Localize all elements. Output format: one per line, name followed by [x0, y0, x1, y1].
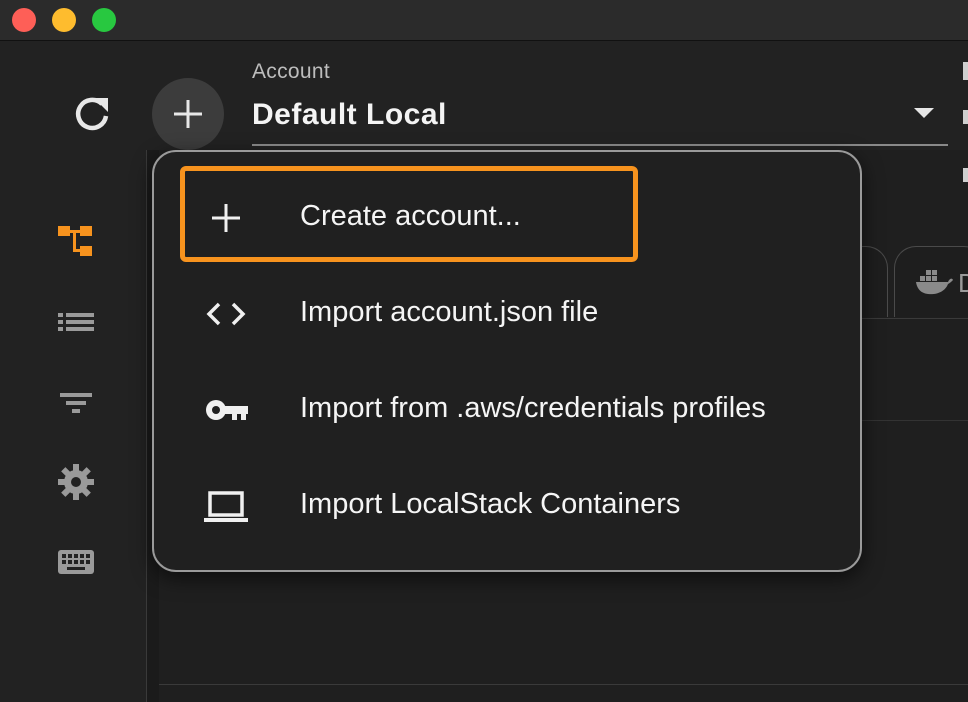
gear-icon[interactable]	[56, 462, 96, 502]
plus-icon	[174, 100, 202, 128]
truncated-control	[963, 110, 968, 124]
menu-item-label: Import LocalStack Containers	[300, 488, 681, 520]
title-bar	[0, 0, 968, 41]
key-icon	[206, 400, 248, 420]
keyboard-icon[interactable]	[56, 542, 96, 582]
window-close-button[interactable]	[12, 8, 36, 32]
menu-item-import-localstack[interactable]: Import LocalStack Containers	[154, 460, 860, 552]
tree-hierarchy-icon[interactable]	[56, 222, 96, 262]
laptop-icon	[204, 491, 248, 522]
highlight-annotation	[180, 166, 638, 262]
divider	[158, 684, 968, 685]
account-selected-value: Default Local	[252, 98, 447, 131]
code-brackets-icon	[206, 302, 246, 326]
menu-item-label: Import from .aws/credentials profiles	[300, 392, 766, 424]
account-label: Account	[252, 60, 330, 83]
docker-icon	[916, 270, 953, 295]
account-select[interactable]: Default Local	[252, 90, 948, 146]
menu-item-import-aws-credentials[interactable]: Import from .aws/credentials profiles	[154, 364, 860, 456]
filter-icon[interactable]	[56, 382, 96, 422]
window-maximize-button[interactable]	[92, 8, 116, 32]
truncated-control	[963, 168, 968, 182]
menu-item-import-json[interactable]: Import account.json file	[154, 268, 860, 360]
window-minimize-button[interactable]	[52, 8, 76, 32]
list-icon[interactable]	[56, 302, 96, 342]
menu-item-label: Import account.json file	[300, 296, 599, 328]
refresh-icon[interactable]	[70, 92, 114, 136]
truncated-control	[963, 62, 968, 80]
dropdown-arrow-icon[interactable]	[914, 108, 934, 118]
add-account-button[interactable]	[152, 78, 224, 150]
background-tab-label: D	[958, 268, 968, 298]
